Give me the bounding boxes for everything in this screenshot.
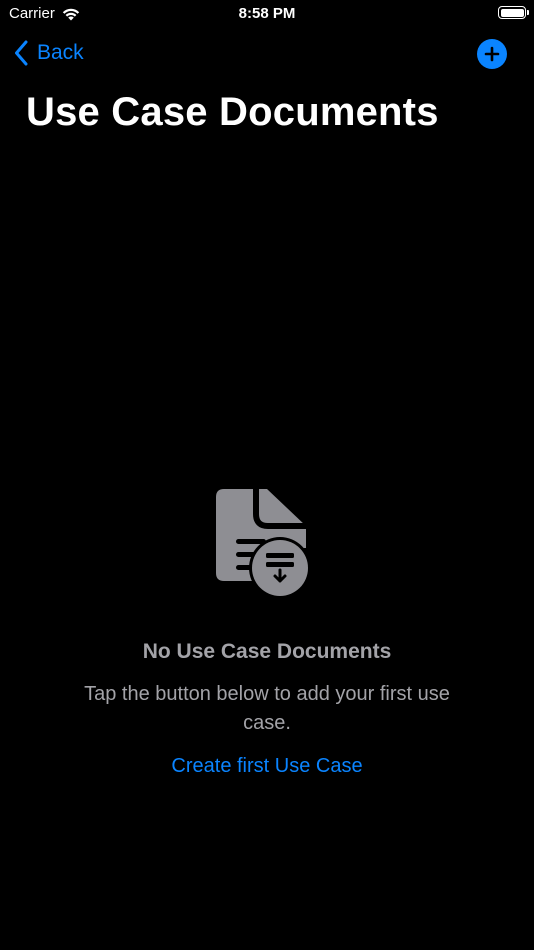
page-title: Use Case Documents [26, 90, 439, 134]
status-bar: Carrier 8:58 PM [0, 0, 534, 28]
add-use-case-button[interactable] [477, 39, 507, 69]
back-button[interactable]: Back [14, 40, 84, 66]
plus-circle-icon [484, 46, 500, 62]
status-time: 8:58 PM [238, 5, 296, 22]
navigation-bar: Back [0, 36, 534, 76]
back-button-label: Back [37, 41, 84, 64]
chevron-left-icon [15, 40, 28, 66]
create-first-use-case-button[interactable]: Create first Use Case [171, 755, 362, 778]
battery-full-icon [498, 6, 529, 19]
empty-state: No Use Case Documents Tap the button bel… [0, 484, 534, 778]
empty-state-title: No Use Case Documents [142, 640, 392, 663]
document-download-icon [216, 489, 311, 599]
empty-state-message: Tap the button below to add your first u… [84, 683, 450, 734]
